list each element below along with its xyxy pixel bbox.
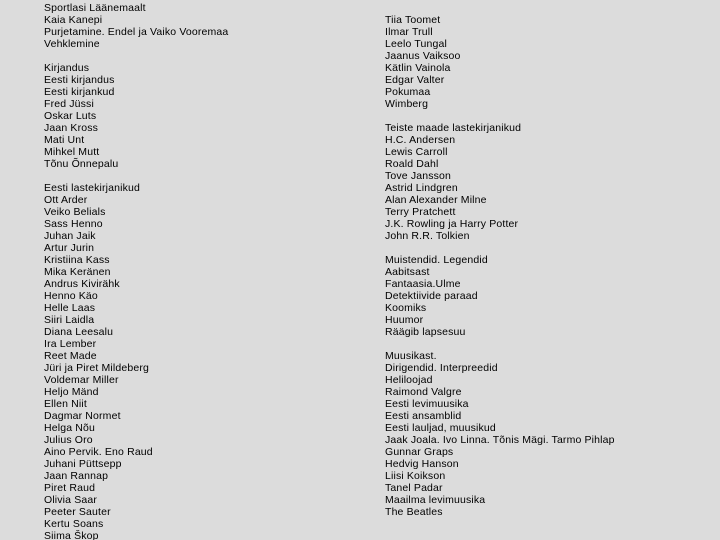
right-list-item[interactable]: Alan Alexander Milne (385, 194, 705, 206)
right-list-item[interactable]: Tanel Padar (385, 482, 705, 494)
left-list-item[interactable]: Juhani Püttsepp (44, 458, 374, 470)
left-list-spacer (44, 50, 374, 62)
right-list-item[interactable]: Tiia Toomet (385, 14, 705, 26)
right-list-item[interactable]: Astrid Lindgren (385, 182, 705, 194)
left-list-item[interactable]: Juhan Jaik (44, 230, 374, 242)
left-column-lines: Sportlasi Läänemaalt Kaia Kanepi Purjetami… (44, 2, 374, 540)
left-list-item[interactable]: Vehklemine (44, 38, 374, 50)
right-list-item[interactable]: Eesti levimuusika (385, 398, 705, 410)
right-list-item[interactable]: Wimberg (385, 98, 705, 110)
left-list-item[interactable]: Fred Jüssi (44, 98, 374, 110)
left-list-item[interactable]: Heljo Mänd (44, 386, 374, 398)
page-root: Sportlasi Läänemaalt Kaia Kanepi Purjetami… (0, 0, 720, 540)
left-list-item[interactable]: Helle Laas (44, 302, 374, 314)
left-column-list: Sportlasi Läänemaalt Kaia Kanepi Purjetami… (44, 0, 374, 540)
right-list-item[interactable]: Muusikast. (385, 350, 705, 362)
left-list-item[interactable]: Veiko Belials (44, 206, 374, 218)
left-list-item[interactable]: Artur Jurin (44, 242, 374, 254)
right-list-item[interactable]: Fantaasia.Ulme (385, 278, 705, 290)
right-list-item[interactable]: Heliloojad (385, 374, 705, 386)
right-list-item[interactable]: The Beatles (385, 506, 705, 518)
right-list-item[interactable]: Jaanus Vaiksoo (385, 50, 705, 62)
left-list-item[interactable]: Siima Škop (44, 530, 374, 540)
right-list-item[interactable]: Pokumaa (385, 86, 705, 98)
left-list-item[interactable]: Ellen Niit (44, 398, 374, 410)
right-list-item[interactable]: Räägib lapsesuu (385, 326, 705, 338)
right-list-item[interactable]: Eesti ansamblid (385, 410, 705, 422)
left-list-item[interactable]: Kirjandus (44, 62, 374, 74)
left-list-item[interactable]: Aino Pervik. Eno Raud (44, 446, 374, 458)
left-list-item[interactable]: Oskar Luts (44, 110, 374, 122)
right-list-item[interactable]: Dirigendid. Interpreedid (385, 362, 705, 374)
right-column-lines: Tiia Toomet Ilmar Trull Leelo Tungal Jaanus… (385, 14, 705, 518)
right-list-item[interactable]: Koomiks (385, 302, 705, 314)
left-list-item[interactable]: Purjetamine. Endel ja Vaiko Vooremaa (44, 26, 374, 38)
right-list-item[interactable]: Ilmar Trull (385, 26, 705, 38)
left-list-spacer (44, 170, 374, 182)
left-list-item[interactable]: Sass Henno (44, 218, 374, 230)
right-list-item[interactable]: Roald Dahl (385, 158, 705, 170)
right-list-item[interactable]: John R.R. Tolkien (385, 230, 705, 242)
right-list-item[interactable]: H.C. Andersen (385, 134, 705, 146)
right-column-top-spacer (385, 0, 705, 14)
left-list-item[interactable]: Peeter Sauter (44, 506, 374, 518)
left-list-item[interactable]: Tõnu Õnnepalu (44, 158, 374, 170)
right-list-item[interactable]: Gunnar Graps (385, 446, 705, 458)
left-list-item[interactable]: Diana Leesalu (44, 326, 374, 338)
right-list-item[interactable]: Kätlin Vainola (385, 62, 705, 74)
left-list-item[interactable]: Mika Keränen (44, 266, 374, 278)
left-list-item[interactable]: Mihkel Mutt (44, 146, 374, 158)
left-list-item[interactable]: Olivia Saar (44, 494, 374, 506)
left-list-item[interactable]: Henno Käo (44, 290, 374, 302)
right-list-item[interactable]: Hedvig Hanson (385, 458, 705, 470)
left-list-item[interactable]: Andrus Kivirähk (44, 278, 374, 290)
left-list-item[interactable]: Helga Nõu (44, 422, 374, 434)
left-list-item[interactable]: Jüri ja Piret Mildeberg (44, 362, 374, 374)
right-list-item[interactable]: Muistendid. Legendid (385, 254, 705, 266)
left-list-item[interactable]: Ott Arder (44, 194, 374, 206)
right-list-item[interactable]: Tove Jansson (385, 170, 705, 182)
left-list-item[interactable]: Eesti kirjandus (44, 74, 374, 86)
right-list-spacer (385, 338, 705, 350)
right-list-item[interactable]: Aabitsast (385, 266, 705, 278)
left-list-item[interactable]: Reet Made (44, 350, 374, 362)
right-list-item[interactable]: J.K. Rowling ja Harry Potter (385, 218, 705, 230)
left-list-item[interactable]: Voldemar Miller (44, 374, 374, 386)
right-list-item[interactable]: Leelo Tungal (385, 38, 705, 50)
left-list-item[interactable]: Ira Lember (44, 338, 374, 350)
left-list-item[interactable]: Jaan Rannap (44, 470, 374, 482)
left-list-item[interactable]: Jaan Kross (44, 122, 374, 134)
right-list-item[interactable]: Raimond Valgre (385, 386, 705, 398)
left-list-item[interactable]: Siiri Laidla (44, 314, 374, 326)
right-list-item[interactable]: Detektiivide paraad (385, 290, 705, 302)
left-list-item[interactable]: Kristiina Kass (44, 254, 374, 266)
left-list-item[interactable]: Julius Oro (44, 434, 374, 446)
left-list-item[interactable]: Mati Unt (44, 134, 374, 146)
left-list-item[interactable]: Sportlasi Läänemaalt (44, 2, 374, 14)
left-list-item[interactable]: Kertu Soans (44, 518, 374, 530)
left-list-item[interactable]: Eesti kirjankud (44, 86, 374, 98)
right-column-list: Tiia Toomet Ilmar Trull Leelo Tungal Jaanus… (385, 0, 705, 518)
right-list-item[interactable]: Jaak Joala. Ivo Linna. Tõnis Mägi. Tarmo… (385, 434, 705, 446)
left-list-item[interactable]: Piret Raud (44, 482, 374, 494)
right-list-item[interactable]: Huumor (385, 314, 705, 326)
right-list-item[interactable]: Eesti lauljad, muusikud (385, 422, 705, 434)
right-list-item[interactable]: Maailma levimuusika (385, 494, 705, 506)
right-list-item[interactable]: Teiste maade lastekirjanikud (385, 122, 705, 134)
left-list-item[interactable]: Eesti lastekirjanikud (44, 182, 374, 194)
left-list-item[interactable]: Kaia Kanepi (44, 14, 374, 26)
right-list-spacer (385, 110, 705, 122)
right-list-item[interactable]: Edgar Valter (385, 74, 705, 86)
right-list-item[interactable]: Liisi Koikson (385, 470, 705, 482)
right-list-item[interactable]: Terry Pratchett (385, 206, 705, 218)
left-list-item[interactable]: Dagmar Normet (44, 410, 374, 422)
right-list-item[interactable]: Lewis Carroll (385, 146, 705, 158)
right-list-spacer (385, 242, 705, 254)
